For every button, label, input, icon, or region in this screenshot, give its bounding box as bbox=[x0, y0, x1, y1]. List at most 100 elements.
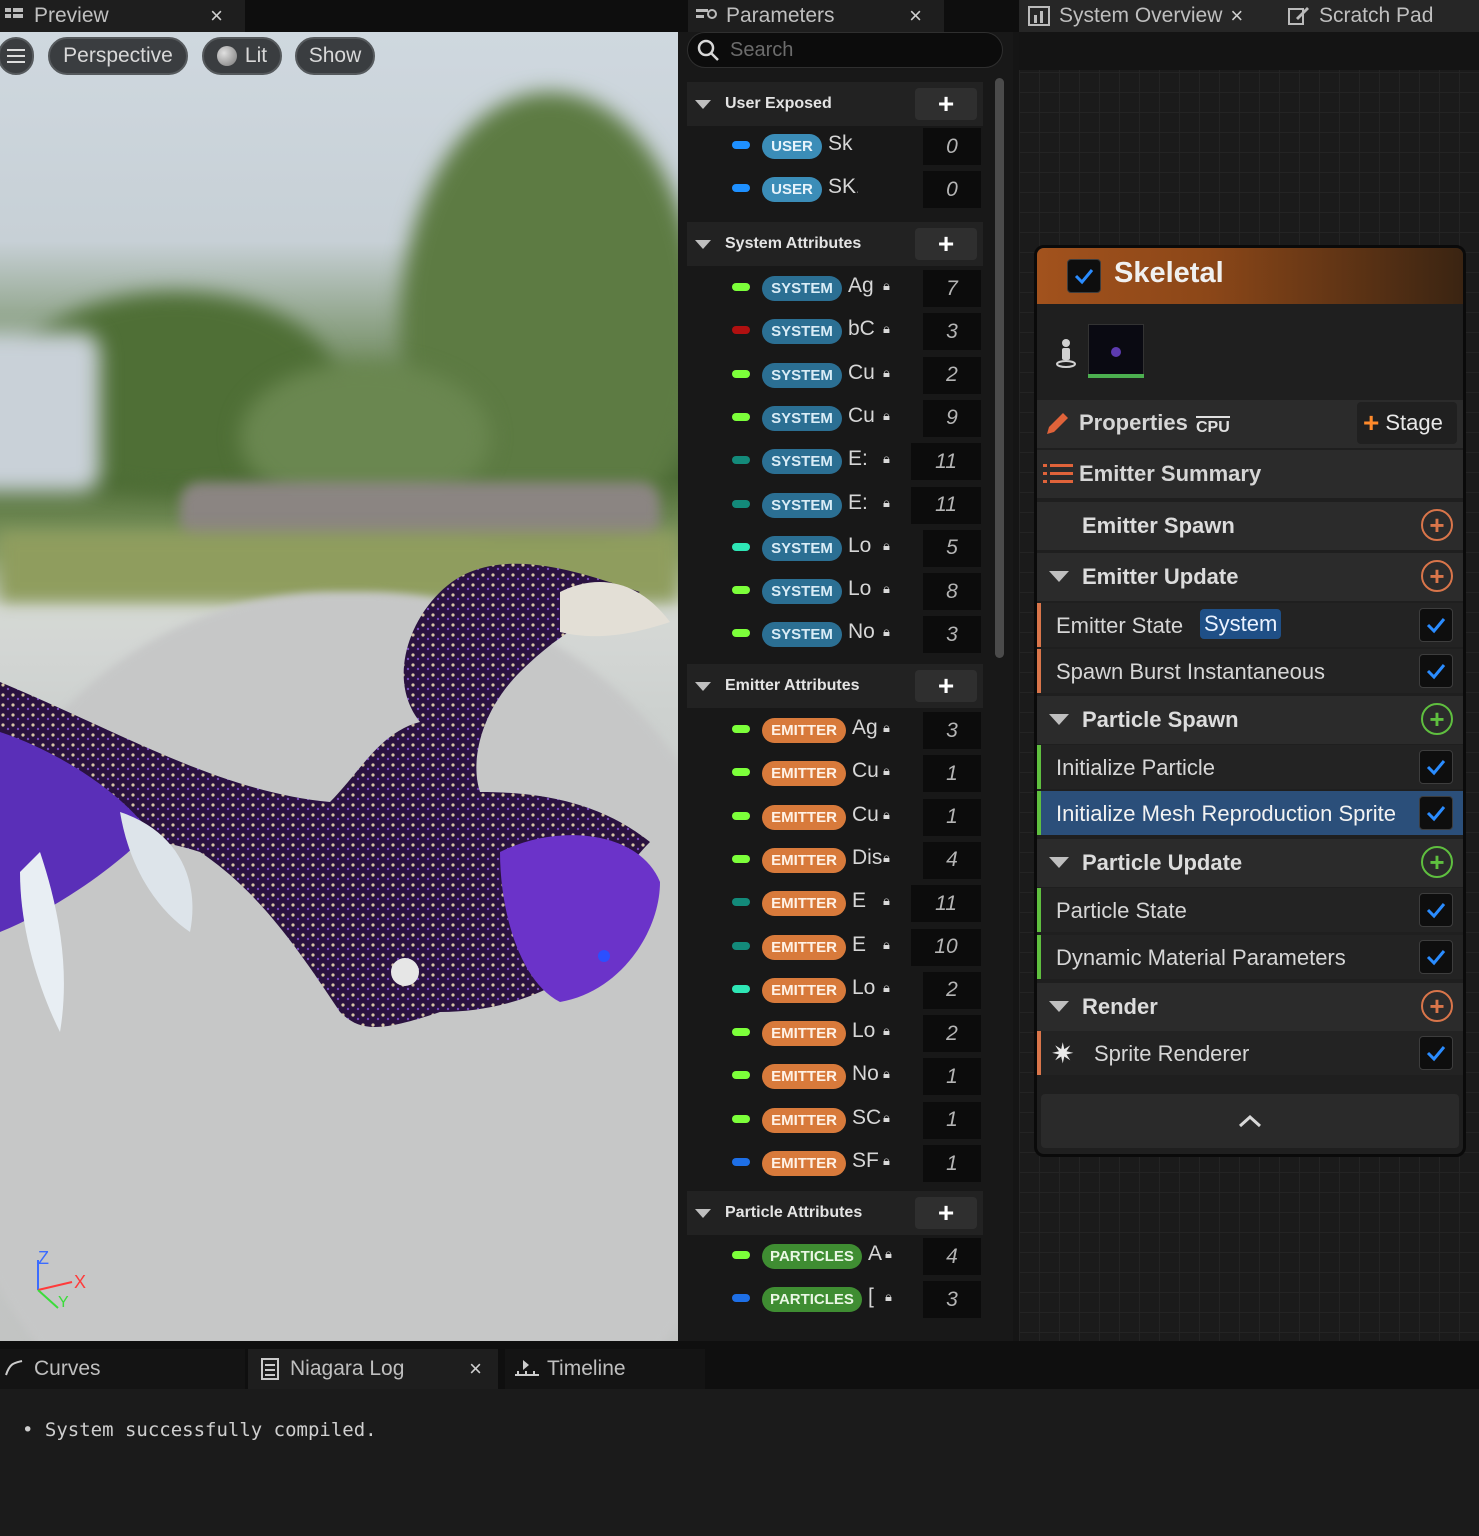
add-parameter-button[interactable]: + bbox=[915, 1197, 977, 1229]
parameter-value[interactable]: 11 bbox=[911, 486, 981, 524]
tab-curves[interactable]: Curves bbox=[0, 1349, 245, 1389]
parameter-row[interactable]: EMITTER No 🔒︎ 1 bbox=[687, 1058, 983, 1099]
tab-system-overview[interactable]: System Overview × bbox=[1019, 0, 1277, 32]
module-enabled-checkbox[interactable] bbox=[1419, 796, 1453, 830]
parameter-value[interactable]: 4 bbox=[923, 841, 981, 879]
module-emitter-spawn[interactable]: Emitter Spawn + bbox=[1037, 502, 1463, 550]
module-enabled-checkbox[interactable] bbox=[1419, 893, 1453, 927]
add-module-icon[interactable]: + bbox=[1421, 846, 1453, 878]
emitter-node-skeletal[interactable]: Skeletal Properties CPU + Stage Emitter … bbox=[1034, 245, 1466, 1157]
parameter-value[interactable]: 2 bbox=[923, 356, 981, 394]
add-module-icon[interactable]: + bbox=[1421, 509, 1453, 541]
collapse-node-button[interactable] bbox=[1041, 1094, 1459, 1148]
module-emitter-state[interactable]: Emitter State System bbox=[1037, 603, 1463, 647]
tab-niagara-log[interactable]: Niagara Log × bbox=[248, 1349, 498, 1389]
module-particle-spawn[interactable]: Particle Spawn + bbox=[1037, 696, 1463, 744]
parameter-row[interactable]: SYSTEM Cu 🔒︎ 9 bbox=[687, 399, 983, 441]
close-icon[interactable]: × bbox=[469, 1356, 482, 1382]
close-icon[interactable]: × bbox=[909, 3, 922, 29]
module-particle-update[interactable]: Particle Update + bbox=[1037, 839, 1463, 887]
module-init-mesh[interactable]: Initialize Mesh Reproduction Sprite bbox=[1037, 791, 1463, 835]
add-module-icon[interactable]: + bbox=[1421, 990, 1453, 1022]
add-parameter-button[interactable]: + bbox=[915, 88, 977, 120]
parameter-value[interactable]: 1 bbox=[923, 1101, 981, 1139]
lit-button[interactable]: Lit bbox=[202, 37, 282, 75]
show-button[interactable]: Show bbox=[295, 37, 375, 75]
parameter-row[interactable]: SYSTEM bC 🔒︎ 3 bbox=[687, 313, 983, 354]
add-module-icon[interactable]: + bbox=[1421, 560, 1453, 592]
tab-timeline[interactable]: Timeline bbox=[505, 1349, 705, 1389]
module-sprite-renderer[interactable]: ✷ Sprite Renderer bbox=[1037, 1031, 1463, 1075]
parameter-value[interactable]: 3 bbox=[923, 712, 981, 749]
parameter-value[interactable]: 7 bbox=[923, 270, 981, 307]
emitter-thumbnail[interactable] bbox=[1088, 324, 1144, 378]
module-particle-state[interactable]: Particle State bbox=[1037, 888, 1463, 932]
parameter-value[interactable]: 5 bbox=[923, 529, 981, 567]
tab-parameters[interactable]: Parameters × bbox=[688, 0, 944, 32]
module-enabled-checkbox[interactable] bbox=[1419, 654, 1453, 688]
parameter-row[interactable]: SYSTEM E: 🔒︎ 11 bbox=[687, 486, 983, 528]
parameter-value[interactable]: 4 bbox=[923, 1238, 981, 1275]
parameter-row[interactable]: USER Sk 0 bbox=[687, 128, 983, 169]
add-parameter-button[interactable]: + bbox=[915, 228, 977, 260]
add-stage-button[interactable]: + Stage bbox=[1357, 402, 1457, 444]
parameter-row[interactable]: EMITTER Dis 🔒︎ 4 bbox=[687, 841, 983, 883]
add-module-icon[interactable]: + bbox=[1421, 703, 1453, 735]
parameter-value[interactable]: 1 bbox=[923, 755, 981, 793]
module-enabled-checkbox[interactable] bbox=[1419, 608, 1453, 642]
parameter-value[interactable]: 2 bbox=[923, 1015, 981, 1053]
parameter-row[interactable]: SYSTEM E: 🔒︎ 11 bbox=[687, 443, 983, 484]
parameters-scrollbar[interactable] bbox=[995, 78, 1004, 658]
module-spawn-burst[interactable]: Spawn Burst Instantaneous bbox=[1037, 649, 1463, 693]
parameter-value[interactable]: 3 bbox=[923, 313, 981, 351]
parameter-row[interactable]: EMITTER E 🔒︎ 10 bbox=[687, 928, 983, 970]
parameter-row[interactable]: PARTICLES A 🔒︎ 4 bbox=[687, 1238, 983, 1279]
category-system[interactable]: System Attributes + bbox=[687, 222, 983, 266]
parameter-value[interactable]: 9 bbox=[923, 399, 981, 437]
parameter-value[interactable]: 8 bbox=[923, 573, 981, 611]
parameter-value[interactable]: 10 bbox=[911, 928, 981, 966]
module-enabled-checkbox[interactable] bbox=[1419, 940, 1453, 974]
parameter-value[interactable]: 1 bbox=[923, 1058, 981, 1096]
parameter-row[interactable]: EMITTER Cu 🔒︎ 1 bbox=[687, 798, 983, 840]
parameter-value[interactable]: 11 bbox=[911, 443, 981, 481]
parameter-row[interactable]: EMITTER Lo 🔒︎ 2 bbox=[687, 971, 983, 1013]
properties-row[interactable]: Properties CPU + Stage bbox=[1037, 400, 1463, 448]
parameter-value[interactable]: 3 bbox=[923, 1281, 981, 1319]
category-particle[interactable]: Particle Attributes + bbox=[687, 1191, 983, 1235]
module-render[interactable]: Render + bbox=[1037, 983, 1463, 1031]
parameter-row[interactable]: SYSTEM No 🔒︎ 3 bbox=[687, 616, 983, 657]
module-enabled-checkbox[interactable] bbox=[1419, 750, 1453, 784]
add-parameter-button[interactable]: + bbox=[915, 670, 977, 702]
parameter-row[interactable]: EMITTER Lo 🔒︎ 2 bbox=[687, 1015, 983, 1056]
perspective-button[interactable]: Perspective bbox=[48, 37, 188, 75]
parameter-row[interactable]: EMITTER Ag 🔒︎ 3 bbox=[687, 712, 983, 753]
category-user[interactable]: User Exposed + bbox=[687, 82, 983, 126]
module-initialize-particle[interactable]: Initialize Particle bbox=[1037, 745, 1463, 789]
search-box[interactable]: Search bbox=[687, 32, 1003, 68]
parameter-value[interactable]: 3 bbox=[923, 616, 981, 654]
module-enabled-checkbox[interactable] bbox=[1419, 1036, 1453, 1070]
viewport-menu-button[interactable] bbox=[0, 37, 34, 75]
parameter-row[interactable]: EMITTER SF 🔒︎ 1 bbox=[687, 1145, 983, 1186]
parameter-row[interactable]: SYSTEM Cu 🔒︎ 2 bbox=[687, 356, 983, 398]
parameter-value[interactable]: 11 bbox=[911, 885, 981, 923]
module-dynamic-material[interactable]: Dynamic Material Parameters bbox=[1037, 935, 1463, 979]
close-icon[interactable]: × bbox=[210, 3, 223, 29]
parameter-row[interactable]: PARTICLES[🔒︎ 3 bbox=[687, 1281, 983, 1322]
parameter-value[interactable]: 0 bbox=[923, 171, 981, 209]
parameter-row[interactable]: EMITTER E 🔒︎ 11 bbox=[687, 885, 983, 926]
parameter-value[interactable]: 2 bbox=[923, 971, 981, 1009]
parameter-row[interactable]: EMITTER SC 🔒︎ 1 bbox=[687, 1101, 983, 1143]
module-emitter-update[interactable]: Emitter Update + bbox=[1037, 553, 1463, 601]
tab-preview[interactable]: Preview × bbox=[0, 0, 245, 32]
category-emitter[interactable]: Emitter Attributes + bbox=[687, 664, 983, 708]
parameter-row[interactable]: SYSTEM Lo 🔒︎ 8 bbox=[687, 573, 983, 614]
parameter-row[interactable]: EMITTER Cu 🔒︎ 1 bbox=[687, 755, 983, 796]
parameter-row[interactable]: USERSK1 0 bbox=[687, 171, 983, 212]
tab-scratch-pad[interactable]: Scratch Pad bbox=[1277, 0, 1479, 32]
parameter-value[interactable]: 1 bbox=[923, 798, 981, 836]
parameter-value[interactable]: 1 bbox=[923, 1145, 981, 1182]
emitter-node-title-bar[interactable]: Skeletal bbox=[1037, 248, 1463, 304]
emitter-summary-row[interactable]: Emitter Summary bbox=[1037, 450, 1463, 498]
